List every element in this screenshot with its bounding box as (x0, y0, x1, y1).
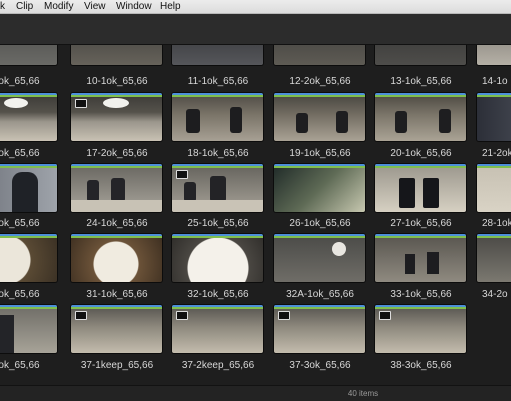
multicam-badge-icon (75, 311, 87, 320)
clip-thumbnail[interactable] (172, 234, 263, 282)
multicam-badge-icon (176, 311, 188, 320)
clip-label: 18-1ok_65,66 (187, 148, 249, 159)
clip-thumbnail[interactable] (274, 45, 365, 65)
menu-item-view[interactable]: View (84, 0, 106, 13)
menu-item-window[interactable]: Window (116, 0, 152, 13)
clip-thumbnail[interactable] (172, 305, 263, 353)
clip-label: 34-2o (482, 289, 508, 300)
clip-thumbnail[interactable] (477, 45, 511, 65)
clip-label: 21-2ok (482, 148, 511, 159)
clip-thumbnail[interactable] (274, 93, 365, 141)
clip-thumbnail[interactable] (71, 164, 162, 212)
clip-label: 38-3ok_65,66 (390, 360, 452, 371)
clip-thumbnail[interactable] (477, 234, 511, 282)
clip-thumbnail[interactable] (71, 93, 162, 141)
clip-label: 12-2ok_65,66 (289, 76, 351, 87)
clip-thumbnail[interactable] (0, 305, 57, 353)
clip-label: 37-1keep_65,66 (80, 360, 154, 371)
clip-thumbnail[interactable] (172, 93, 263, 141)
clip-thumbnail[interactable] (274, 164, 365, 212)
clip-label: 28-1ok (482, 218, 511, 229)
clip-label: 32-1ok_65,66 (187, 289, 249, 300)
clip-thumbnail[interactable] (172, 45, 263, 65)
multicam-badge-icon (75, 99, 87, 108)
browser-toolbar (0, 14, 511, 45)
menu-item-clip[interactable]: Clip (16, 0, 33, 13)
item-count: 40 items (347, 389, 379, 398)
multicam-badge-icon (176, 170, 188, 179)
clip-thumbnail[interactable] (375, 234, 466, 282)
clip-browser[interactable]: ok_65,66 10-1ok_65,66 11-1ok_65,66 12-2o… (0, 45, 511, 385)
clip-label: 10-1ok_65,66 (86, 76, 148, 87)
clip-label: 37-2keep_65,66 (181, 360, 255, 371)
clip-thumbnail[interactable] (0, 93, 57, 141)
clip-label: 33-1ok_65,66 (390, 289, 452, 300)
status-bar: 40 items (0, 385, 511, 401)
clip-thumbnail[interactable] (71, 234, 162, 282)
multicam-badge-icon (379, 311, 391, 320)
clip-thumbnail[interactable] (71, 45, 162, 65)
clip-thumbnail[interactable] (375, 45, 466, 65)
menu-item-partial[interactable]: k (0, 0, 5, 13)
clip-label: 27-1ok_65,66 (390, 218, 452, 229)
menu-item-help[interactable]: Help (160, 0, 181, 13)
clip-label: 13-1ok_65,66 (390, 76, 452, 87)
clip-label: 32A-1ok_65,66 (286, 289, 354, 300)
clip-thumbnail[interactable] (0, 164, 57, 212)
clip-thumbnail[interactable] (0, 234, 57, 282)
clip-label: 37-3ok_65,66 (289, 360, 351, 371)
clip-thumbnail[interactable] (172, 164, 263, 212)
clip-thumbnail[interactable] (71, 305, 162, 353)
clip-thumbnail[interactable] (375, 164, 466, 212)
clip-label: 26-1ok_65,66 (289, 218, 351, 229)
clip-thumbnail[interactable] (274, 305, 365, 353)
clip-thumbnail[interactable] (0, 45, 57, 65)
clip-label: 11-1ok_65,66 (187, 76, 249, 87)
clip-label: 20-1ok_65,66 (390, 148, 452, 159)
multicam-badge-icon (278, 311, 290, 320)
clip-label: 31-1ok_65,66 (86, 289, 148, 300)
clip-label: 24-1ok_65,66 (86, 218, 148, 229)
clip-label: 17-2ok_65,66 (86, 148, 148, 159)
clip-thumbnail[interactable] (477, 93, 511, 141)
clip-label: 19-1ok_65,66 (289, 148, 351, 159)
menu-item-modify[interactable]: Modify (44, 0, 73, 13)
clip-thumbnail[interactable] (375, 305, 466, 353)
clip-label: 25-1ok_65,66 (187, 218, 249, 229)
clip-thumbnail[interactable] (274, 234, 365, 282)
menu-bar: k Clip Modify View Window Help (0, 0, 511, 14)
clip-thumbnail[interactable] (477, 164, 511, 212)
clip-label: 14-1o (482, 76, 508, 87)
clip-thumbnail[interactable] (375, 93, 466, 141)
